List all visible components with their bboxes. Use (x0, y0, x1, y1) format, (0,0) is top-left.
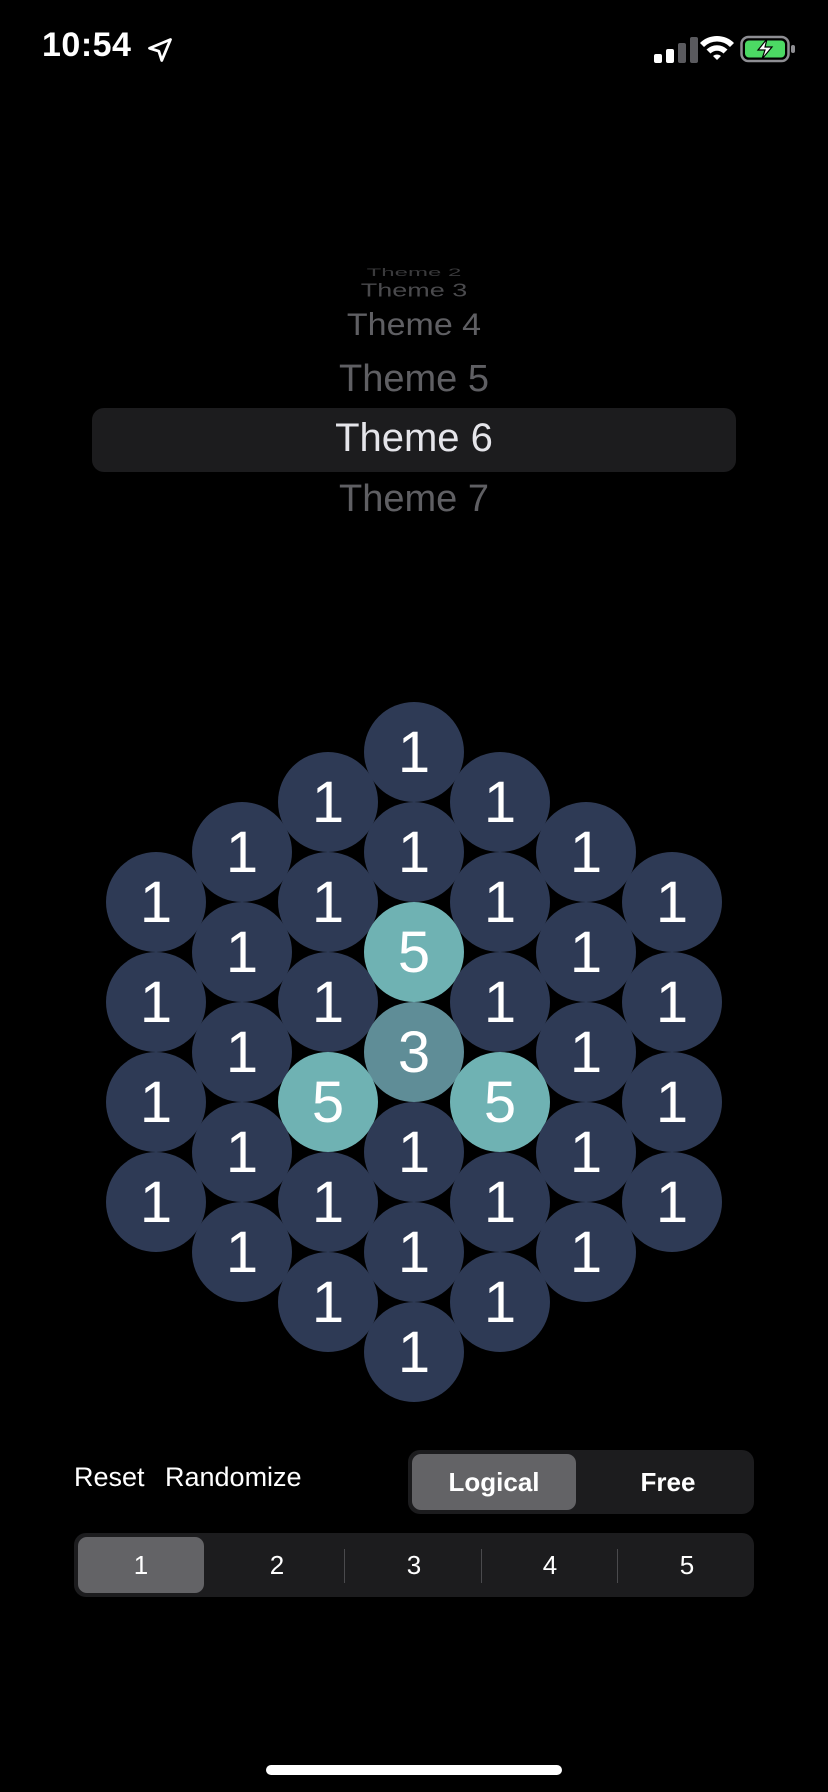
reset-button[interactable]: Reset (74, 1462, 145, 1493)
hex-cell[interactable]: 1 (536, 902, 636, 1002)
hex-cell[interactable]: 5 (364, 902, 464, 1002)
number-option-5[interactable]: 5 (624, 1537, 750, 1593)
hex-cell[interactable]: 1 (450, 1252, 550, 1352)
randomize-button[interactable]: Randomize (165, 1462, 302, 1493)
hex-cell[interactable]: 5 (278, 1052, 378, 1152)
hex-cell[interactable]: 1 (450, 1152, 550, 1252)
picker-item[interactable]: Theme 7 (92, 478, 736, 521)
hex-cell[interactable]: 1 (364, 802, 464, 902)
number-option-3[interactable]: 3 (351, 1537, 477, 1593)
mode-option-free[interactable]: Free (586, 1454, 750, 1510)
hex-cell[interactable]: 1 (450, 852, 550, 952)
hex-cell[interactable]: 1 (278, 1252, 378, 1352)
number-segmented-control: 1 2 3 4 5 (74, 1533, 754, 1597)
hex-cell[interactable]: 1 (278, 752, 378, 852)
hex-cell[interactable]: 1 (106, 1052, 206, 1152)
mode-segmented-control: Logical Free (408, 1450, 754, 1514)
battery-charging-icon (740, 35, 795, 63)
hex-cell[interactable]: 1 (450, 752, 550, 852)
hex-cell[interactable]: 1 (364, 702, 464, 802)
hex-cell[interactable]: 1 (192, 1102, 292, 1202)
picker-item-selected[interactable]: Theme 6 (92, 416, 736, 461)
hex-cell[interactable]: 1 (106, 1152, 206, 1252)
hex-cell[interactable]: 1 (450, 952, 550, 1052)
hex-cell[interactable]: 1 (622, 1152, 722, 1252)
status-bar: 10:54 (0, 0, 828, 100)
hex-cell[interactable]: 3 (364, 1002, 464, 1102)
number-option-4[interactable]: 4 (487, 1537, 613, 1593)
hex-cell[interactable]: 1 (192, 1202, 292, 1302)
picker-item[interactable]: Theme 2 (92, 267, 736, 280)
picker-item[interactable]: Theme 5 (92, 358, 736, 401)
hex-cell[interactable]: 1 (278, 852, 378, 952)
hex-cell[interactable]: 1 (106, 952, 206, 1052)
hex-cell[interactable]: 1 (622, 852, 722, 952)
number-option-1[interactable]: 1 (78, 1537, 204, 1593)
segment-divider (481, 1549, 482, 1583)
hex-cell[interactable]: 1 (192, 802, 292, 902)
hex-cell[interactable]: 1 (364, 1302, 464, 1402)
hex-cell[interactable]: 1 (622, 952, 722, 1052)
hex-cell[interactable]: 1 (622, 1052, 722, 1152)
hex-cell[interactable]: 1 (278, 952, 378, 1052)
segment-divider (617, 1549, 618, 1583)
wifi-icon (700, 35, 734, 60)
hex-cell[interactable]: 1 (536, 1002, 636, 1102)
hex-cell[interactable]: 1 (106, 852, 206, 952)
picker-item[interactable]: Theme 4 (92, 308, 736, 344)
segment-divider (344, 1549, 345, 1583)
mode-option-logical[interactable]: Logical (412, 1454, 576, 1510)
hex-cell[interactable]: 1 (192, 902, 292, 1002)
hex-cell[interactable]: 5 (450, 1052, 550, 1152)
hex-cell[interactable]: 1 (364, 1102, 464, 1202)
hex-cell[interactable]: 1 (536, 1202, 636, 1302)
hex-cell[interactable]: 1 (536, 1102, 636, 1202)
hex-cell[interactable]: 1 (364, 1202, 464, 1302)
location-arrow-icon (148, 38, 172, 62)
hex-cell[interactable]: 1 (278, 1152, 378, 1252)
theme-picker[interactable]: Theme 2 Theme 3 Theme 4 Theme 5 Theme 6 … (92, 250, 736, 550)
status-time: 10:54 (42, 26, 132, 64)
cellular-signal-icon (654, 37, 698, 63)
hex-cell[interactable]: 1 (192, 1002, 292, 1102)
hex-cell[interactable]: 1 (536, 802, 636, 902)
number-option-2[interactable]: 2 (214, 1537, 340, 1593)
picker-item[interactable]: Theme 3 (92, 280, 736, 302)
home-indicator (266, 1765, 562, 1775)
